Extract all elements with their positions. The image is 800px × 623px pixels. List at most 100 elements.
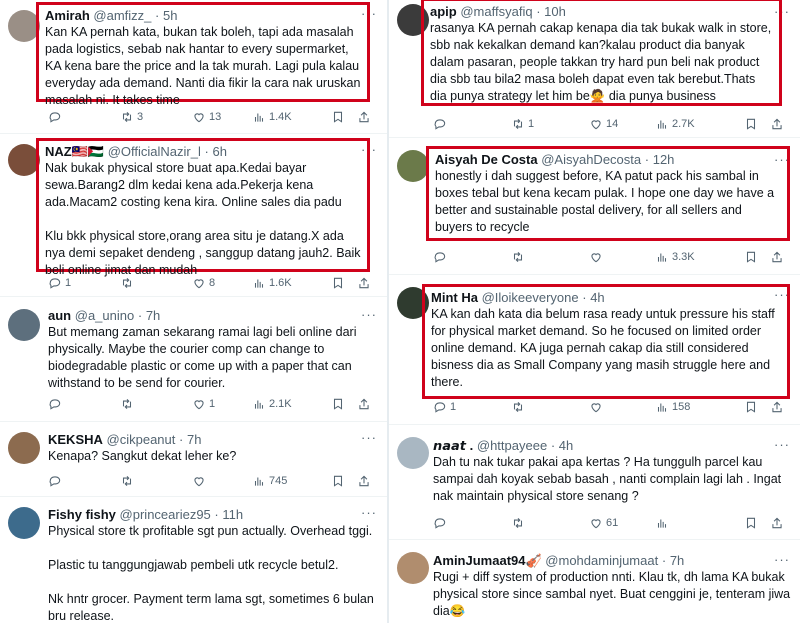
timestamp[interactable]: 6h [212, 144, 226, 159]
timestamp[interactable]: 4h [590, 290, 604, 305]
bookmark-icon[interactable] [744, 250, 758, 264]
tweet[interactable]: ··· AminJumaat94🎻 @mohdaminjumaat · 7h R… [389, 540, 800, 623]
like-button[interactable] [589, 400, 655, 414]
avatar[interactable] [8, 507, 40, 539]
user-handle[interactable]: @AisyahDecosta [541, 152, 641, 167]
user-handle[interactable]: @cikpeanut [107, 432, 176, 447]
bookmark-icon[interactable] [744, 516, 758, 530]
share-icon[interactable] [770, 400, 784, 414]
reply-button[interactable]: 1 [48, 276, 120, 290]
timestamp[interactable]: 7h [670, 553, 684, 568]
user-handle[interactable]: @Iloikeeveryone [482, 290, 579, 305]
like-button[interactable]: 13 [192, 110, 252, 124]
bookmark-icon[interactable] [744, 117, 758, 131]
timestamp[interactable]: 7h [187, 432, 201, 447]
tweet[interactable]: ··· aun @a_unino · 7h But memang zaman s… [0, 297, 387, 422]
timestamp[interactable]: 10h [544, 4, 566, 19]
avatar[interactable] [397, 552, 429, 584]
retweet-button[interactable]: 1 [511, 117, 589, 131]
tweet[interactable]: ··· Fishy fishy @princeariez95 · 11h Phy… [0, 497, 387, 623]
views-button[interactable]: 2.7K [655, 117, 721, 131]
timestamp[interactable]: 5h [163, 8, 177, 23]
timestamp[interactable]: 11h [222, 507, 243, 522]
display-name[interactable]: KEKSHA [48, 432, 103, 447]
like-button[interactable] [589, 250, 655, 264]
user-handle[interactable]: @OfficialNazir_l [108, 144, 201, 159]
display-name[interactable]: AminJumaat94🎻 [433, 553, 542, 568]
reply-button[interactable] [48, 397, 120, 411]
bookmark-icon[interactable] [331, 474, 345, 488]
like-button[interactable]: 61 [589, 516, 655, 530]
user-handle[interactable]: @a_unino [75, 308, 134, 323]
user-handle[interactable]: @amfizz_ [93, 8, 151, 23]
user-handle[interactable]: @mohdaminjumaat [545, 553, 658, 568]
like-button[interactable]: 14 [589, 117, 655, 131]
reply-button[interactable] [433, 516, 511, 530]
user-handle[interactable]: @maffsyafiq [460, 4, 532, 19]
retweet-button[interactable] [120, 397, 192, 411]
display-name[interactable]: Aisyah De Costa [435, 152, 538, 167]
reply-button[interactable]: 1 [433, 400, 511, 414]
views-button[interactable]: 3.3K [655, 250, 721, 264]
avatar[interactable] [397, 437, 429, 469]
views-button[interactable]: 2.1K [252, 397, 312, 411]
retweet-button[interactable]: 3 [120, 110, 192, 124]
reply-count: 1 [65, 277, 72, 289]
like-button[interactable]: 8 [192, 276, 252, 290]
timestamp[interactable]: 4h [559, 438, 573, 453]
retweet-button[interactable] [120, 276, 192, 290]
tweet[interactable]: ··· apip @maffsyafiq · 10h rasanya KA pe… [389, 0, 800, 138]
bookmark-icon[interactable] [331, 110, 345, 124]
retweet-button[interactable] [511, 516, 589, 530]
reply-button[interactable] [433, 117, 511, 131]
share-icon[interactable] [770, 516, 784, 530]
timestamp[interactable]: 12h [653, 152, 675, 167]
views-button[interactable]: 745 [252, 474, 312, 488]
like-button[interactable]: 1 [192, 397, 252, 411]
display-name[interactable]: Amirah [45, 8, 90, 23]
separator-dot: · [155, 8, 160, 23]
share-icon[interactable] [357, 474, 371, 488]
share-icon[interactable] [770, 250, 784, 264]
display-name[interactable]: Fishy fishy [48, 507, 116, 522]
views-button[interactable]: 1.6K [252, 276, 312, 290]
like-count: 1 [209, 398, 216, 410]
avatar[interactable] [8, 432, 40, 464]
bookmark-icon[interactable] [331, 397, 345, 411]
display-name[interactable]: aun [48, 308, 71, 323]
tweet[interactable]: ··· 𝙣𝙖𝙖𝙩 . @httpayeee · 4h Dah tu nak tu… [389, 425, 800, 540]
user-handle[interactable]: @princeariez95 [120, 507, 211, 522]
tweet[interactable]: ··· Aisyah De Costa @AisyahDecosta · 12h… [389, 138, 800, 275]
reply-button[interactable] [48, 474, 120, 488]
tweet-text: rasanya KA pernah cakap kenapa dia tak b… [430, 21, 775, 103]
retweet-button[interactable] [120, 474, 192, 488]
retweet-icon [513, 517, 523, 529]
bookmark-icon[interactable] [744, 400, 758, 414]
views-count: 1.4K [269, 111, 292, 123]
tweet[interactable]: ··· Amirah @amfizz_ · 5h Kan KA pernah k… [0, 0, 387, 134]
tweet[interactable]: ··· Mint Ha @Iloikeeveryone · 4h KA kan … [389, 275, 800, 425]
display-name[interactable]: 𝙣𝙖𝙖𝙩 . [433, 438, 473, 453]
timestamp[interactable]: 7h [146, 308, 160, 323]
views-button[interactable]: 1.4K [252, 110, 312, 124]
share-icon[interactable] [770, 117, 784, 131]
display-name[interactable]: apip [430, 4, 457, 19]
like-button[interactable] [192, 474, 252, 488]
reply-button[interactable] [433, 250, 511, 264]
bookmark-icon[interactable] [331, 276, 345, 290]
views-button[interactable]: 158 [655, 400, 721, 414]
display-name[interactable]: Mint Ha [431, 290, 478, 305]
retweet-button[interactable] [511, 250, 589, 264]
user-handle[interactable]: @httpayeee [477, 438, 547, 453]
retweet-button[interactable] [511, 400, 589, 414]
avatar[interactable] [8, 309, 40, 341]
tweet[interactable]: ··· KEKSHA @cikpeanut · 7h Kenapa? Sangk… [0, 422, 387, 497]
tweet[interactable]: ··· NAZ🇲🇾🇵🇸 @OfficialNazir_l · 6h Nak bu… [0, 134, 387, 297]
share-icon[interactable] [357, 110, 371, 124]
display-name[interactable]: NAZ🇲🇾🇵🇸 [45, 144, 104, 159]
reply-button[interactable] [48, 110, 120, 124]
avatar[interactable] [397, 150, 429, 182]
share-icon[interactable] [357, 276, 371, 290]
share-icon[interactable] [357, 397, 371, 411]
views-button[interactable] [655, 516, 721, 530]
